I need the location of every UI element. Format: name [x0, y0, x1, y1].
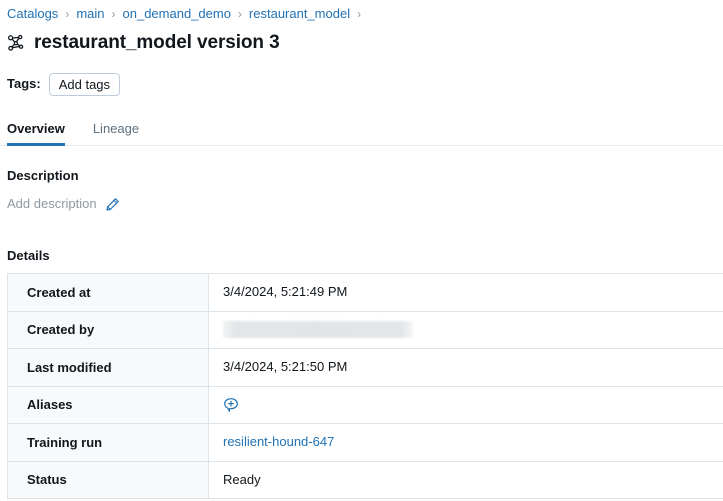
page-title: restaurant_model version 3: [34, 32, 280, 53]
detail-key-training-run: Training run: [7, 423, 209, 462]
tags-label: Tags:: [7, 76, 41, 91]
breadcrumb-item-catalogs[interactable]: Catalogs: [7, 5, 58, 23]
detail-key-aliases: Aliases: [7, 386, 209, 424]
page-title-row: restaurant_model version 3: [0, 23, 723, 57]
details-heading: Details: [7, 248, 50, 263]
table-row: Status Ready: [7, 461, 723, 499]
tags-row: Tags: Add tags: [0, 57, 723, 97]
status-value: Ready: [223, 471, 261, 487]
detail-key-last-modified: Last modified: [7, 348, 209, 387]
breadcrumb-chevron-icon: ›: [111, 7, 116, 21]
detail-key-status: Status: [7, 461, 209, 499]
breadcrumb-chevron-icon: ›: [237, 7, 242, 21]
description-heading: Description: [7, 168, 79, 183]
model-graph-icon: [7, 34, 24, 51]
detail-key-created-at: Created at: [7, 273, 209, 312]
table-row: Aliases: [7, 386, 723, 424]
detail-value-training-run: resilient-hound-647: [208, 423, 723, 462]
breadcrumb-item-main[interactable]: main: [76, 5, 104, 23]
add-tags-button[interactable]: Add tags: [48, 72, 121, 96]
last-modified-value: 3/4/2024, 5:21:50 PM: [223, 359, 348, 375]
add-alias-tag-icon[interactable]: [223, 397, 239, 413]
breadcrumb-item-restaurant-model[interactable]: restaurant_model: [249, 5, 350, 23]
breadcrumb: Catalogs › main › on_demand_demo › resta…: [0, 0, 723, 23]
training-run-link[interactable]: resilient-hound-647: [223, 434, 334, 449]
created-at-value: 3/4/2024, 5:21:49 PM: [223, 284, 348, 300]
detail-key-created-by: Created by: [7, 311, 209, 349]
tab-lineage[interactable]: Lineage: [93, 120, 139, 145]
table-row: Last modified 3/4/2024, 5:21:50 PM: [7, 348, 723, 387]
redacted-value: [223, 321, 413, 339]
detail-value-created-at: 3/4/2024, 5:21:49 PM: [208, 273, 723, 312]
breadcrumb-item-on-demand-demo[interactable]: on_demand_demo: [123, 5, 231, 23]
model-version-page: Catalogs › main › on_demand_demo › resta…: [0, 0, 723, 501]
table-row: Created by: [7, 311, 723, 349]
tab-overview[interactable]: Overview: [7, 120, 65, 146]
table-row: Created at 3/4/2024, 5:21:49 PM: [7, 273, 723, 312]
add-description-placeholder[interactable]: Add description: [7, 194, 97, 214]
tab-bar: Overview Lineage: [0, 119, 723, 146]
breadcrumb-chevron-icon: ›: [65, 7, 70, 21]
description-row: Add description: [0, 194, 723, 214]
detail-value-created-by: [208, 311, 723, 349]
pencil-icon[interactable]: [105, 197, 120, 212]
detail-value-status: Ready: [208, 461, 723, 499]
detail-value-aliases: [208, 386, 723, 424]
detail-value-last-modified: 3/4/2024, 5:21:50 PM: [208, 348, 723, 387]
table-row: Training run resilient-hound-647: [7, 423, 723, 462]
details-table: Created at 3/4/2024, 5:21:49 PM Created …: [7, 273, 723, 499]
breadcrumb-trailing-chevron-icon: ›: [357, 7, 362, 21]
